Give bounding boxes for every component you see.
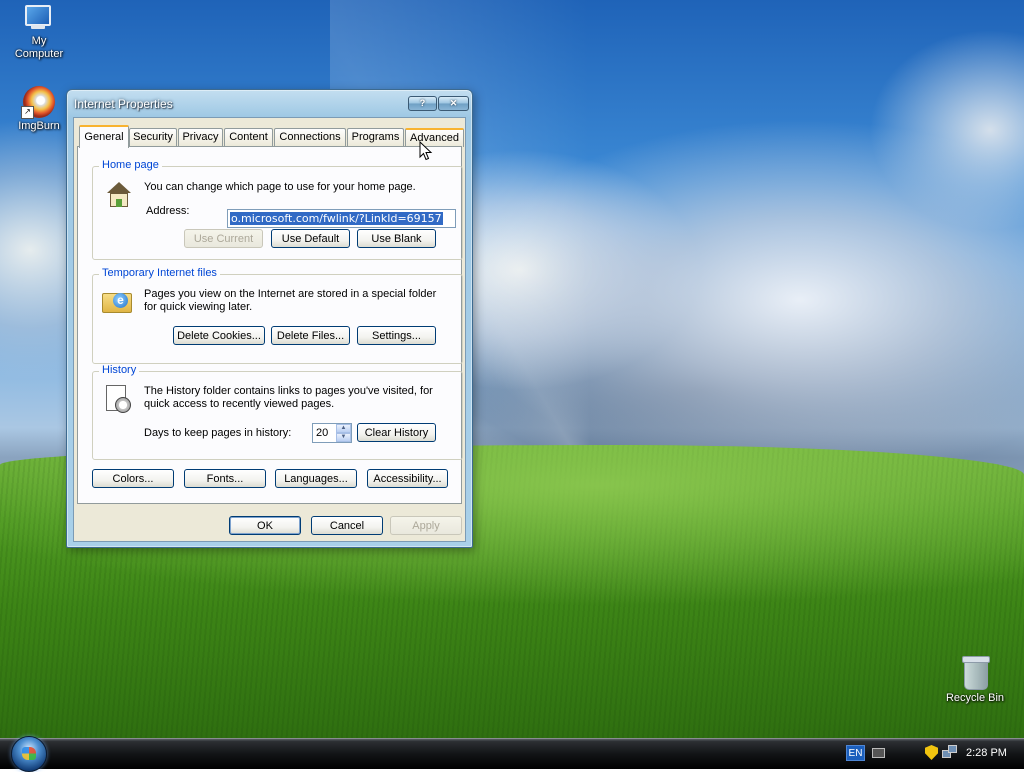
- close-button[interactable]: ✕: [438, 96, 469, 111]
- days-to-keep-value: 20: [316, 427, 329, 439]
- history-group: History The History folder contains link…: [92, 364, 463, 460]
- tab-general[interactable]: General: [79, 125, 129, 148]
- tab-content[interactable]: Content: [224, 128, 273, 146]
- help-button[interactable]: ?: [408, 96, 437, 111]
- home-page-icon: [105, 181, 133, 209]
- recycle-bin-icon: [961, 656, 990, 690]
- keyboard-icon[interactable]: [872, 748, 885, 758]
- group-title: History: [99, 364, 140, 376]
- general-tab-panel: Home page You can change which page to u…: [77, 146, 463, 504]
- address-input[interactable]: o.microsoft.com/fwlink/?LinkId=69157: [227, 209, 456, 228]
- internet-properties-dialog: Internet Properties ? ✕ General Security…: [66, 89, 473, 548]
- desktop-icon-label: My: [31, 35, 47, 47]
- ie-folder-icon: e: [102, 287, 134, 315]
- colors-button[interactable]: Colors...: [92, 469, 174, 488]
- ok-button[interactable]: OK: [229, 516, 301, 535]
- languages-button[interactable]: Languages...: [275, 469, 357, 488]
- use-default-button[interactable]: Use Default: [271, 229, 350, 248]
- tab-connections[interactable]: Connections: [274, 128, 346, 146]
- desktop-icon-label: Recycle Bin: [945, 692, 1005, 704]
- delete-cookies-button[interactable]: Delete Cookies...: [173, 326, 265, 345]
- accessibility-button[interactable]: Accessibility...: [367, 469, 448, 488]
- history-description-line2: quick access to recently viewed pages.: [144, 398, 335, 410]
- stepper-down-icon[interactable]: ▼: [336, 433, 351, 442]
- tab-programs[interactable]: Programs: [347, 128, 404, 146]
- language-indicator[interactable]: EN: [846, 745, 865, 761]
- dialog-title: Internet Properties: [74, 97, 173, 111]
- home-page-description: You can change which page to use for you…: [144, 181, 416, 193]
- temp-files-description-line2: for quick viewing later.: [144, 301, 253, 313]
- delete-files-button[interactable]: Delete Files...: [271, 326, 350, 345]
- dialog-titlebar[interactable]: Internet Properties ? ✕: [67, 90, 472, 117]
- security-shield-icon[interactable]: [925, 745, 938, 760]
- stepper-buttons: ▲ ▼: [336, 424, 351, 442]
- desktop-icon-my-computer[interactable]: My Computer: [8, 3, 70, 61]
- settings-button[interactable]: Settings...: [357, 326, 436, 345]
- desktop-icon-imgburn[interactable]: ↗ ImgBurn: [8, 86, 70, 133]
- mouse-pointer-icon: [419, 141, 433, 161]
- group-title: Temporary Internet files: [99, 267, 220, 279]
- imgburn-icon: ↗: [21, 86, 55, 119]
- history-clock-icon: [104, 385, 134, 415]
- temporary-internet-files-group: Temporary Internet files e Pages you vie…: [92, 267, 463, 364]
- windows-logo-icon: [22, 747, 36, 760]
- start-button[interactable]: [11, 736, 47, 772]
- desktop-icon-label: Computer: [14, 48, 64, 60]
- apply-button[interactable]: Apply: [390, 516, 462, 535]
- history-description-line1: The History folder contains links to pag…: [144, 385, 433, 397]
- days-to-keep-label: Days to keep pages in history:: [144, 427, 292, 439]
- cancel-button[interactable]: Cancel: [311, 516, 383, 535]
- temp-files-description-line1: Pages you view on the Internet are store…: [144, 288, 437, 300]
- use-blank-button[interactable]: Use Blank: [357, 229, 436, 248]
- tab-privacy[interactable]: Privacy: [178, 128, 223, 146]
- home-page-group: Home page You can change which page to u…: [92, 159, 463, 260]
- taskbar: EN 2:28 PM: [0, 736, 1024, 772]
- group-title: Home page: [99, 159, 162, 171]
- stepper-up-icon[interactable]: ▲: [336, 424, 351, 433]
- taskbar-clock[interactable]: 2:28 PM: [966, 747, 1007, 759]
- fonts-button[interactable]: Fonts...: [184, 469, 266, 488]
- network-icon[interactable]: [942, 745, 958, 760]
- clear-history-button[interactable]: Clear History: [357, 423, 436, 442]
- my-computer-icon: [23, 3, 55, 33]
- dialog-client-area: General Security Privacy Content Connect…: [73, 117, 466, 542]
- desktop-icon-recycle-bin[interactable]: Recycle Bin: [936, 656, 1014, 705]
- tab-security[interactable]: Security: [129, 128, 177, 146]
- shortcut-arrow-icon: ↗: [21, 106, 34, 119]
- address-label: Address:: [146, 205, 190, 217]
- address-input-selected-text: o.microsoft.com/fwlink/?LinkId=69157: [230, 212, 443, 225]
- use-current-button[interactable]: Use Current: [184, 229, 263, 248]
- days-to-keep-stepper[interactable]: 20 ▲ ▼: [312, 423, 352, 443]
- desktop-icon-label: ImgBurn: [18, 120, 60, 132]
- tab-advanced[interactable]: Advanced: [405, 128, 464, 147]
